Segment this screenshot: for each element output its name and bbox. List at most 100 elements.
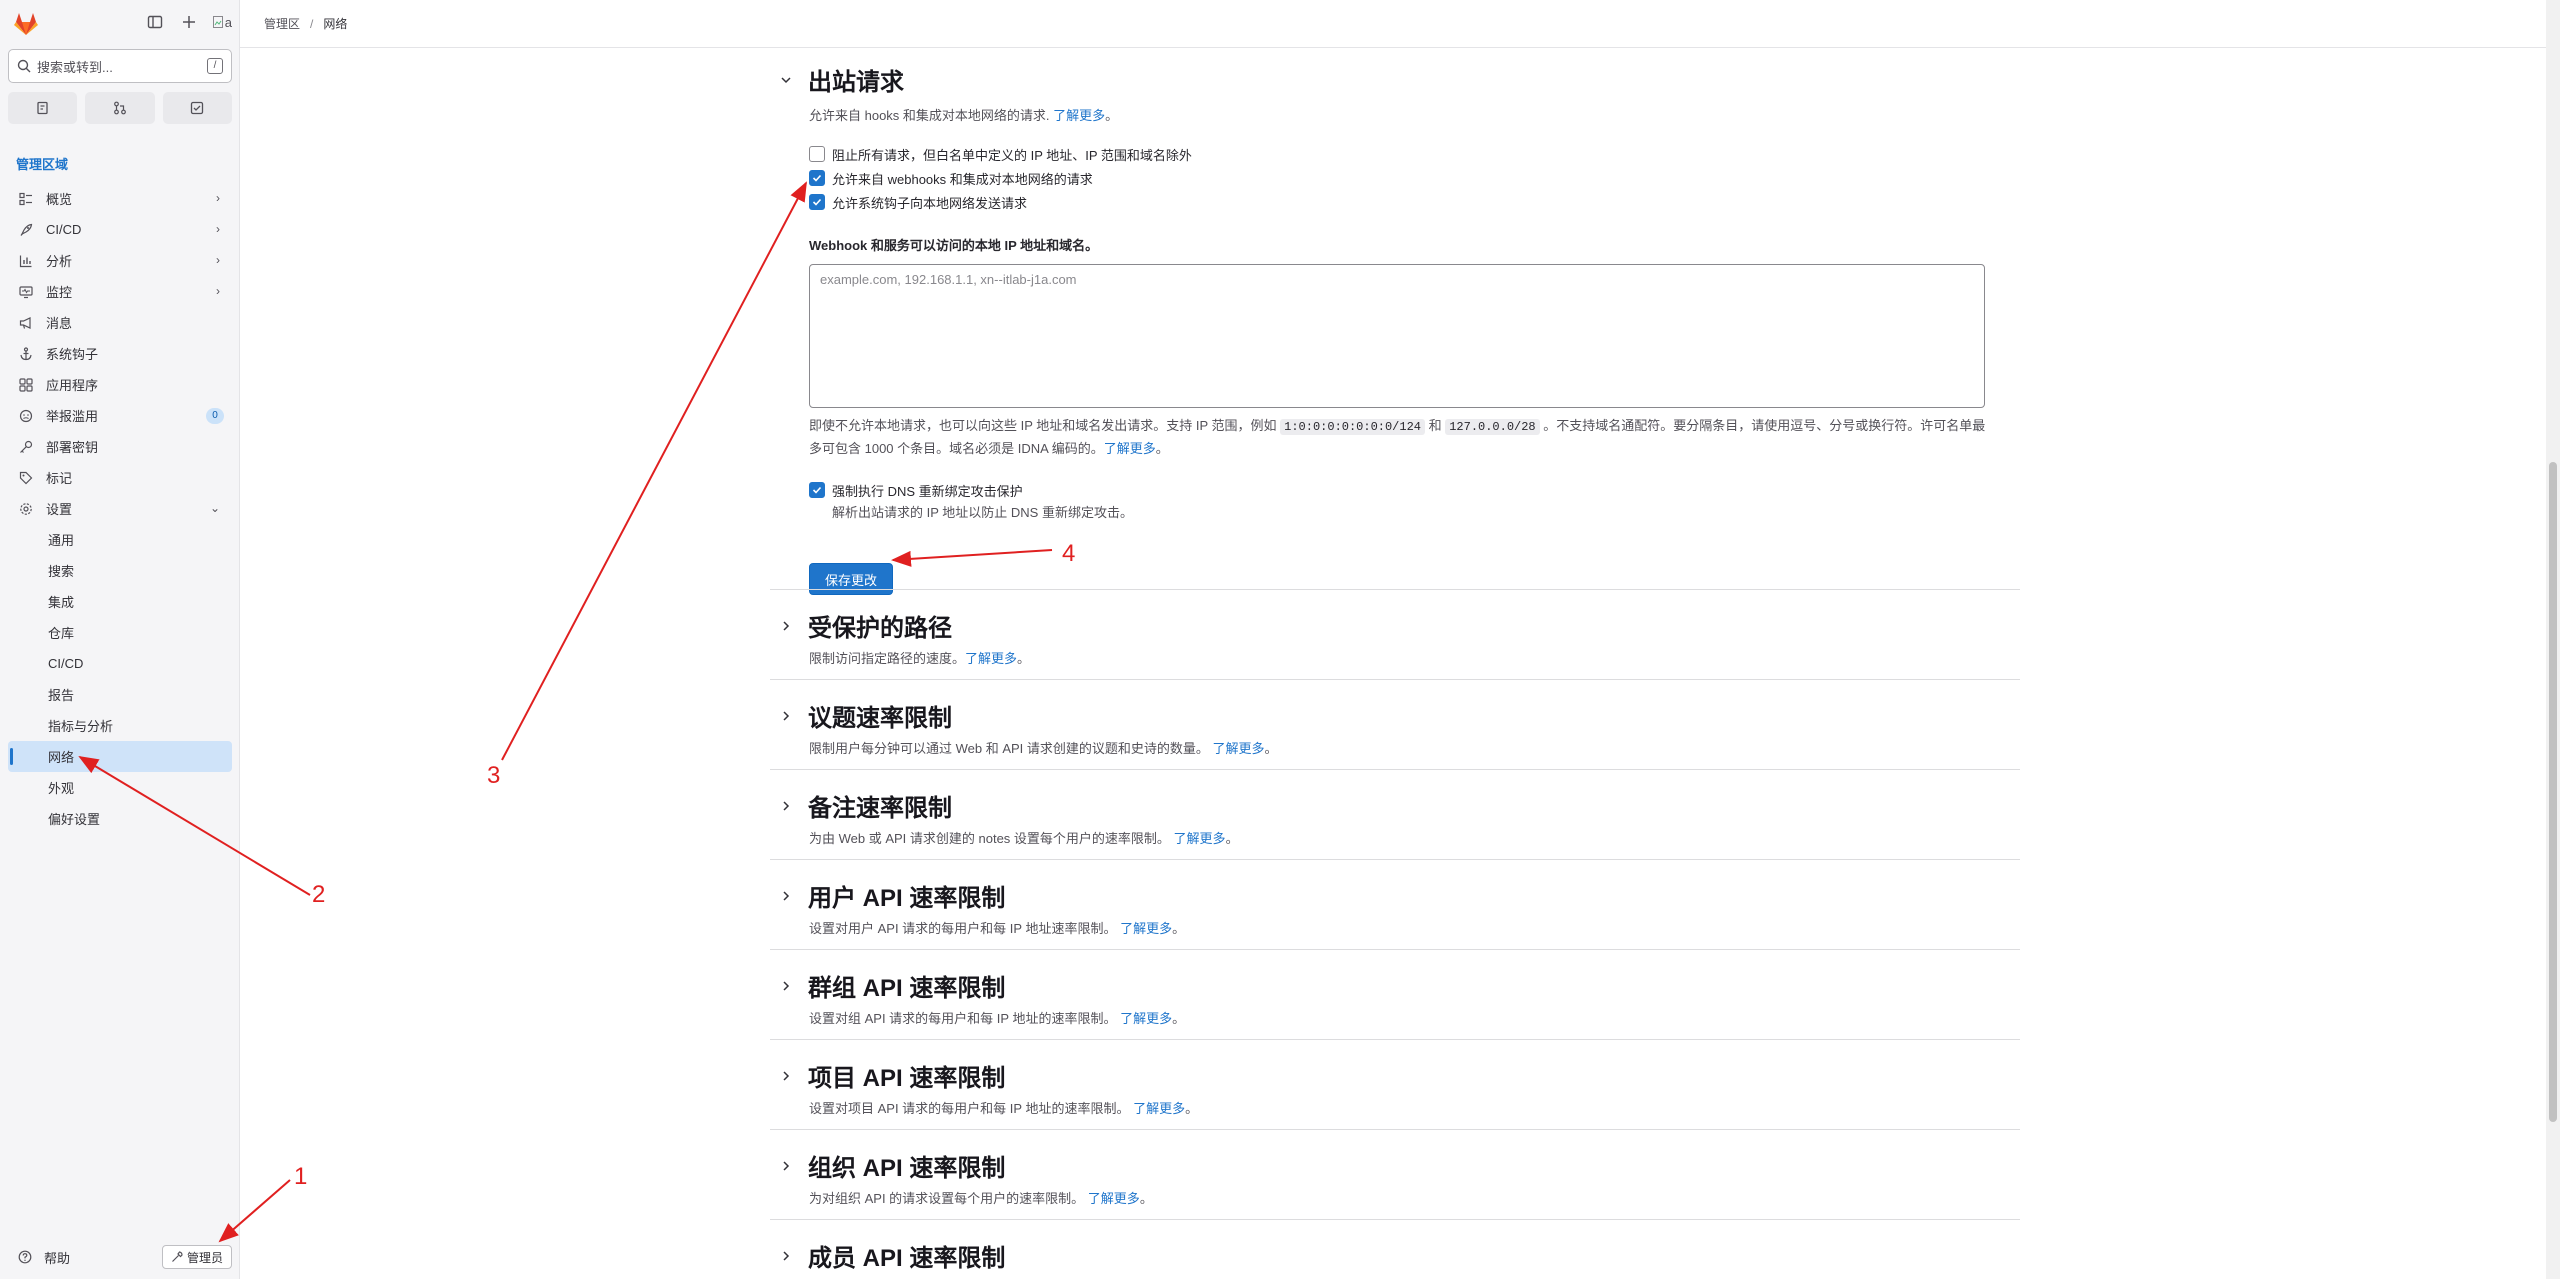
sidebar-item-label: 应用程序 [46, 378, 99, 393]
learn-more-link[interactable]: 了解更多 [1053, 108, 1105, 123]
chevron-right-icon[interactable] [778, 1158, 794, 1174]
learn-more-link[interactable]: 了解更多 [1213, 741, 1265, 756]
chevron-right-icon[interactable] [778, 798, 794, 814]
sidebar-item-label: CI/CD [46, 222, 82, 237]
users-api-rate-limit-section: 用户 API 速率限制 设置对用户 API 请求的每用户和每 IP 地址速率限制… [770, 859, 2020, 949]
section-header[interactable]: 出站请求 [770, 62, 2020, 97]
breadcrumb-root[interactable]: 管理区 [264, 15, 300, 32]
checkbox-allow-system-hooks-local[interactable]: 允许系统钩子向本地网络发送请求 [809, 190, 2020, 214]
sidebar-item-cicd[interactable]: CI/CD › [8, 214, 232, 245]
checkbox-dns-rebinding[interactable]: 强制执行 DNS 重新绑定攻击保护 [809, 478, 2020, 502]
settings-sub-preferences[interactable]: 偏好设置 [8, 803, 232, 834]
help-text-part: 即使不允许本地请求，也可以向这些 IP 地址和域名发出请求。支持 IP 范围，例… [809, 418, 1281, 433]
description-text: 设置对组 API 请求的每用户和每 IP 地址的速率限制。 [809, 1011, 1121, 1026]
chevron-right-icon[interactable] [778, 978, 794, 994]
section-header[interactable]: 议题速率限制 [770, 698, 2020, 733]
settings-sub-integrations[interactable]: 集成 [8, 586, 232, 617]
section-header[interactable]: 备注速率限制 [770, 788, 2020, 823]
sidebar-item-label: 举报滥用 [46, 409, 99, 424]
sidebar-item-abuse-reports[interactable]: 举报滥用 0 [8, 400, 232, 431]
section-description: 设置对组 API 请求的每用户和每 IP 地址的速率限制。 了解更多。 [809, 1008, 2020, 1027]
sidebar-item-messages[interactable]: 消息 [8, 307, 232, 338]
merge-request-icon [114, 101, 126, 115]
dns-rebinding-option: 强制执行 DNS 重新绑定攻击保护 解析出站请求的 IP 地址以防止 DNS 重… [809, 478, 2020, 521]
section-header[interactable]: 项目 API 速率限制 [770, 1058, 2020, 1093]
admin-button[interactable]: 管理员 [161, 1245, 232, 1269]
notes-rate-limit-section: 备注速率限制 为由 Web 或 API 请求创建的 notes 设置每个用户的速… [770, 769, 2020, 859]
section-header[interactable]: 成员 API 速率限制 [770, 1238, 2020, 1273]
chevron-right-icon[interactable] [778, 618, 794, 634]
sidebar-item-labels[interactable]: 标记 [8, 462, 232, 493]
toggle-sidebar-icon[interactable] [145, 12, 165, 32]
settings-sub-search[interactable]: 搜索 [8, 555, 232, 586]
section-title: 组织 API 速率限制 [808, 1155, 1006, 1182]
checkbox-checked[interactable] [809, 482, 825, 498]
learn-more-link[interactable]: 了解更多 [1104, 441, 1156, 456]
sidebar-item-overview[interactable]: 概览 › [8, 183, 232, 214]
description-end: 。 [1172, 1011, 1186, 1026]
settings-sub-repository[interactable]: 仓库 [8, 617, 232, 648]
settings-sub-cicd[interactable]: CI/CD [8, 648, 232, 679]
user-avatar[interactable]: a [212, 15, 232, 30]
breadcrumb-current[interactable]: 网络 [323, 15, 347, 32]
sidebar-item-monitoring[interactable]: 监控 › [8, 276, 232, 307]
checkbox-checked[interactable] [809, 194, 825, 210]
megaphone-icon [18, 315, 34, 331]
sidebar-item-analytics[interactable]: 分析 › [8, 245, 232, 276]
merge-requests-tile[interactable] [85, 92, 155, 124]
allowlist-label: Webhook 和服务可以访问的本地 IP 地址和域名。 [809, 238, 1099, 253]
chevron-down-icon[interactable] [778, 72, 794, 88]
gitlab-logo[interactable] [12, 10, 40, 38]
learn-more-link[interactable]: 了解更多 [965, 651, 1017, 666]
description-end: 。 [1172, 921, 1186, 936]
learn-more-link[interactable]: 了解更多 [1133, 1101, 1185, 1116]
search-input[interactable]: 搜索或转到... / [8, 49, 232, 83]
issues-tile[interactable] [8, 92, 78, 124]
settings-sub-metrics[interactable]: 指标与分析 [8, 710, 232, 741]
section-header[interactable]: 用户 API 速率限制 [770, 878, 2020, 913]
settings-sub-general[interactable]: 通用 [8, 524, 232, 555]
scrollbar-thumb[interactable] [2549, 462, 2557, 1122]
checkbox-block-all[interactable]: 阻止所有请求，但白名单中定义的 IP 地址、IP 范围和域名除外 [809, 142, 2020, 166]
section-title: 项目 API 速率限制 [808, 1065, 1006, 1092]
section-header[interactable]: 群组 API 速率限制 [770, 968, 2020, 1003]
chevron-down-icon: ⌄ [209, 501, 220, 515]
annotation-label-3: 3 [487, 762, 501, 789]
learn-more-link[interactable]: 了解更多 [1174, 831, 1226, 846]
sidebar-item-deploy-keys[interactable]: 部署密钥 [8, 431, 232, 462]
help-link[interactable]: 帮助 [8, 1248, 70, 1267]
sidebar-item-label: 概览 [46, 192, 73, 207]
search-shortcut-hint: / [207, 58, 223, 74]
section-header[interactable]: 受保护的路径 [770, 608, 2020, 643]
collapsed-sections: 受保护的路径 限制访问指定路径的速度。了解更多。 议题速率限制 限制用户每分钟可… [770, 589, 2020, 1279]
settings-sub-reports[interactable]: 报告 [8, 679, 232, 710]
section-title: 群组 API 速率限制 [808, 975, 1006, 1002]
checkbox-label: 允许系统钩子向本地网络发送请求 [832, 195, 1028, 211]
learn-more-link[interactable]: 了解更多 [1120, 921, 1172, 936]
learn-more-link[interactable]: 了解更多 [1088, 1191, 1140, 1206]
checkbox-allow-webhooks-local[interactable]: 允许来自 webhooks 和集成对本地网络的请求 [809, 166, 2020, 190]
chevron-right-icon[interactable] [778, 1068, 794, 1084]
learn-more-link[interactable]: 了解更多 [1120, 1011, 1172, 1026]
settings-sub-appearance[interactable]: 外观 [8, 772, 232, 803]
create-new-icon[interactable] [179, 12, 199, 32]
chevron-right-icon[interactable] [778, 708, 794, 724]
sidebar-item-applications[interactable]: 应用程序 [8, 369, 232, 400]
ipv4-range-example: 127.0.0.0/28 [1445, 419, 1540, 435]
page-scrollbar[interactable] [2546, 0, 2560, 1279]
sidebar-item-system-hooks[interactable]: 系统钩子 [8, 338, 232, 369]
todos-tile[interactable] [162, 92, 232, 124]
chevron-right-icon[interactable] [778, 1248, 794, 1264]
settings-sub-network[interactable]: 网络 [8, 741, 232, 772]
issues-icon [37, 101, 48, 115]
description-text: 限制用户每分钟可以通过 Web 和 API 请求创建的议题和史诗的数量。 [809, 741, 1213, 756]
checkbox[interactable] [809, 146, 825, 162]
description-end: 。 [1264, 741, 1278, 756]
chevron-right-icon[interactable] [778, 888, 794, 904]
section-description: 为对组织 API 的请求设置每个用户的速率限制。 了解更多。 [809, 1188, 2020, 1207]
allowlist-textarea[interactable]: example.com, 192.168.1.1, xn--itlab-j1a.… [809, 264, 1985, 408]
allowlist-help-text: 即使不允许本地请求，也可以向这些 IP 地址和域名发出请求。支持 IP 范围，例… [809, 415, 1989, 459]
section-header[interactable]: 组织 API 速率限制 [770, 1148, 2020, 1183]
checkbox-checked[interactable] [809, 170, 825, 186]
sidebar-item-settings[interactable]: 设置 ⌄ [8, 493, 232, 524]
